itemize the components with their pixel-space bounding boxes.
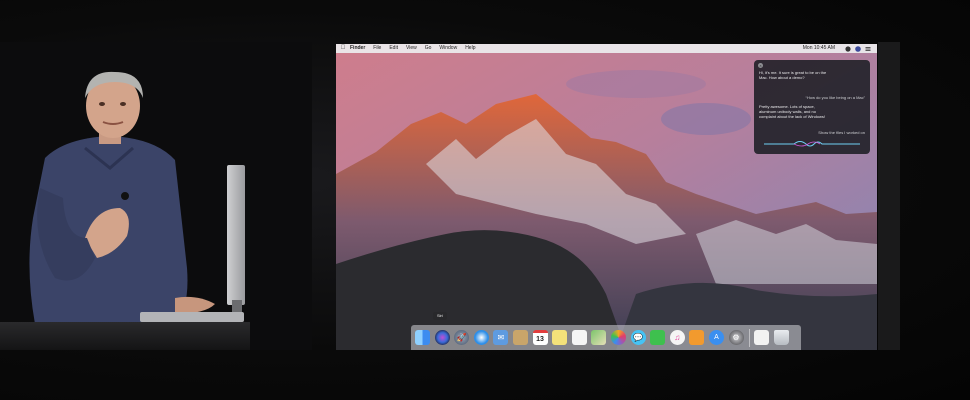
dock-trash-icon[interactable]	[773, 330, 789, 345]
menu-finder[interactable]: Finder	[350, 44, 365, 53]
dock-calendar-icon[interactable]: 13	[532, 330, 548, 345]
menu-view[interactable]: View	[406, 44, 417, 53]
podium	[0, 322, 250, 350]
dock-mail-icon[interactable]: ✉	[493, 330, 509, 345]
dock-ibooks-icon[interactable]	[689, 330, 705, 345]
dock-messages-icon[interactable]: 💬	[630, 330, 646, 345]
dock-finder-icon[interactable]	[415, 330, 430, 345]
menu-go[interactable]: Go	[425, 44, 432, 53]
siri-response-2: Pretty awesome. Lots of space, aluminum …	[759, 104, 826, 120]
siri-response-1: Hi, it's me. It sure is great to be on t…	[759, 70, 827, 81]
menu-edit[interactable]: Edit	[389, 44, 398, 53]
menu-file[interactable]: File	[373, 44, 381, 53]
dock-facetime-icon[interactable]	[650, 330, 666, 345]
mac-desktop-screen:  Finder File Edit View Go Window Help M…	[336, 44, 877, 350]
user-query-2: Show the files I worked on	[818, 130, 865, 135]
dock-photos-icon[interactable]	[610, 330, 626, 345]
dock-itunes-icon[interactable]: ♫	[669, 330, 685, 345]
dock-separator	[749, 328, 751, 347]
user-icon[interactable]	[855, 45, 861, 52]
dock-app-store-icon[interactable]: A	[708, 330, 724, 345]
dock-siri-icon[interactable]	[434, 330, 450, 345]
dock-reminders-icon[interactable]	[571, 330, 587, 345]
dock-safari-icon[interactable]	[473, 330, 489, 345]
siri-waveform-icon	[764, 141, 860, 147]
apple-icon[interactable]: 	[336, 44, 350, 53]
user-query-1: “How do you like being on a Mac”	[805, 95, 865, 100]
siri-icon[interactable]	[845, 45, 851, 52]
stage-right-panel	[878, 42, 900, 350]
menu-clock[interactable]: Mon 10:45 AM	[803, 44, 835, 53]
dock: 🚀 ✉ 13 💬 ♫ A ⚙	[411, 325, 801, 350]
laptop	[140, 312, 244, 322]
siri-panel: × Hi, it's me. It sure is great to be on…	[754, 60, 870, 154]
dock-system-preferences-icon[interactable]: ⚙	[728, 330, 744, 345]
dock-preview-icon[interactable]	[754, 330, 770, 345]
dock-maps-icon[interactable]	[591, 330, 607, 345]
menu-help[interactable]: Help	[465, 44, 475, 53]
dock-contacts-icon[interactable]	[512, 330, 528, 345]
menu-window[interactable]: Window	[439, 44, 457, 53]
menu-list-icon[interactable]	[865, 46, 871, 52]
dock-launchpad-icon[interactable]: 🚀	[454, 330, 470, 345]
presenter	[29, 71, 215, 324]
dock-tooltip: Siri	[433, 312, 447, 320]
close-icon[interactable]: ×	[758, 63, 763, 68]
menu-bar:  Finder File Edit View Go Window Help M…	[336, 44, 877, 53]
imac-monitor	[227, 165, 245, 305]
dock-notes-icon[interactable]	[552, 330, 568, 345]
